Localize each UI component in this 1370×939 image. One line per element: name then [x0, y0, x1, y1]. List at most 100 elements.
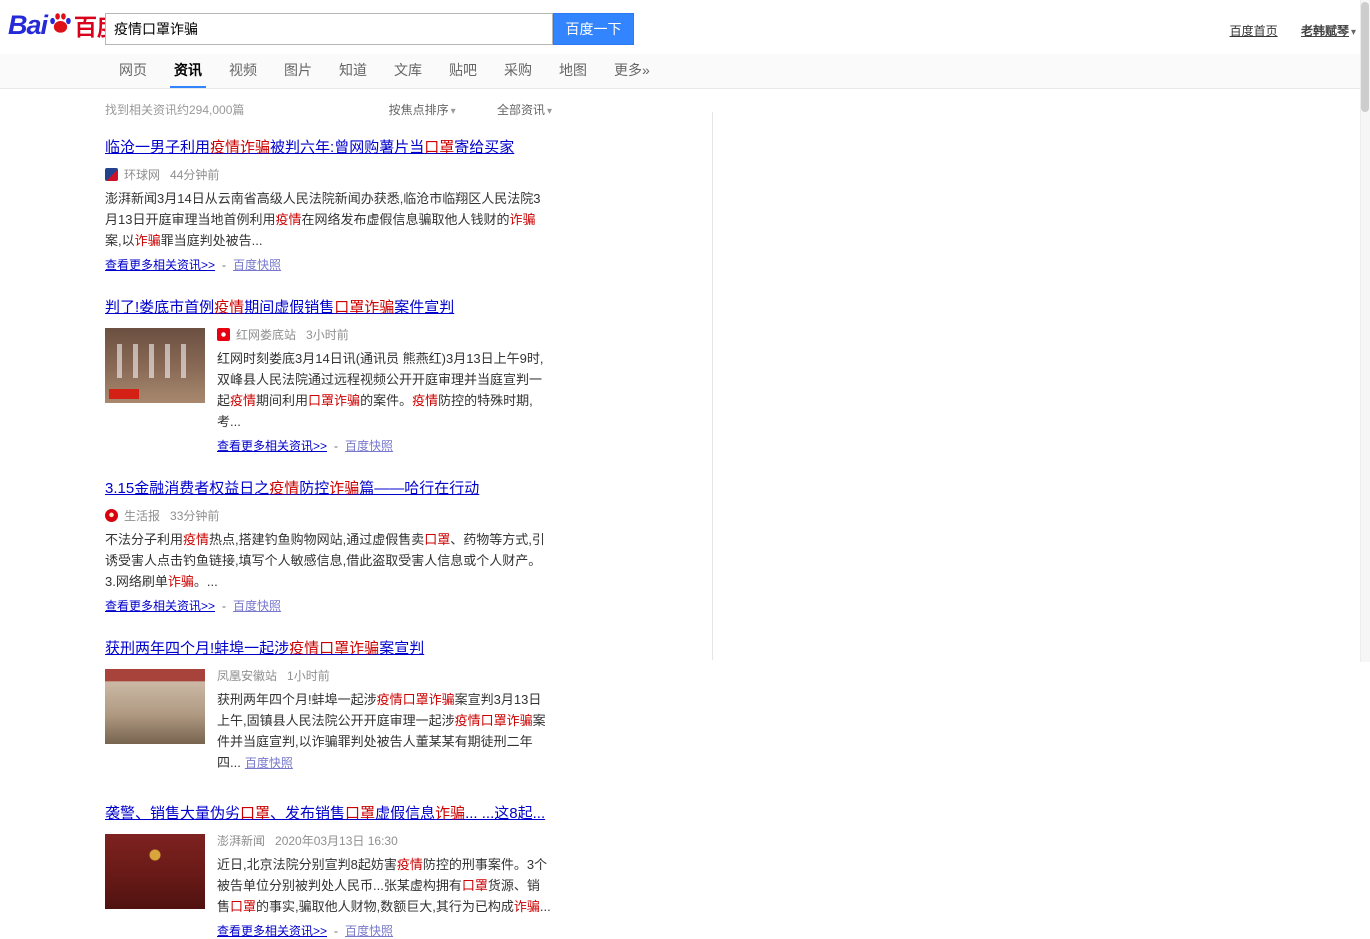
result-thumbnail[interactable] [105, 669, 205, 744]
chevron-down-icon: ▾ [1351, 27, 1356, 38]
result-title-link[interactable]: 判了!娄底市首例疫情期间虚假销售口罩诈骗案件宣判 [105, 299, 454, 316]
tab-news[interactable]: 资讯 [170, 54, 206, 88]
result-thumbnail[interactable] [105, 328, 205, 403]
highlight-keyword: 诈骗 [435, 805, 465, 822]
chevron-down-icon: ▾ [451, 106, 456, 117]
highlight-keyword: 诈骗 [329, 480, 359, 497]
search-result: 判了!娄底市首例疫情期间虚假销售口罩诈骗案件宣判 红网娄底站 3小时前 红网时刻… [105, 298, 552, 454]
baidu-home-link[interactable]: 百度首页 [1230, 24, 1278, 38]
source-name: 红网娄底站 [236, 326, 296, 343]
tab-video[interactable]: 视频 [225, 54, 261, 88]
result-title-link[interactable]: 袭警、销售大量伪劣口罩、发布销售口罩虚假信息诈骗... ...这8起... [105, 805, 545, 822]
source-name: 环球网 [124, 166, 160, 183]
source-name: 澎湃新闻 [217, 832, 265, 849]
source-favicon-icon [105, 509, 118, 522]
tab-more[interactable]: 更多» [610, 54, 654, 88]
link-separator: - [334, 924, 338, 938]
scrollbar[interactable] [1360, 0, 1370, 662]
highlight-keyword: 口罩 [230, 899, 256, 914]
tab-webpage[interactable]: 网页 [115, 54, 151, 88]
link-separator: - [222, 599, 226, 613]
more-related-link[interactable]: 查看更多相关资讯>> [105, 258, 215, 272]
highlight-keyword: 口罩 [240, 805, 270, 822]
result-count: 找到相关资讯约294,000篇 [105, 101, 244, 118]
publish-time: 2020年03月13日 16:30 [275, 832, 398, 849]
highlight-keyword: 疫情 [269, 480, 299, 497]
scrollbar-thumb[interactable] [1361, 2, 1369, 112]
result-snippet: 近日,北京法院分别宣判8起妨害疫情防控的刑事案件。3个被告单位分别被判处人民币.… [217, 854, 552, 917]
highlight-keyword: 诈骗 [135, 233, 161, 248]
publish-time: 44分钟前 [170, 166, 219, 183]
paw-icon [48, 11, 73, 36]
more-related-link[interactable]: 查看更多相关资讯>> [217, 924, 327, 938]
thumbnail-caption-badge [109, 389, 139, 399]
more-related-link[interactable]: 查看更多相关资讯>> [217, 439, 327, 453]
source-name: 生活报 [124, 507, 160, 524]
baidu-cache-link[interactable]: 百度快照 [233, 599, 281, 613]
publish-time: 3小时前 [306, 326, 349, 343]
top-right-links: 百度首页 老韩赋琴▾ [1210, 22, 1356, 39]
tab-wenku[interactable]: 文库 [390, 54, 426, 88]
publish-time: 33分钟前 [170, 507, 219, 524]
result-snippet: 获刑两年四个月!蚌埠一起涉疫情口罩诈骗案宣判3月13日上午,固镇县人民法院公开开… [217, 689, 552, 774]
logo-text-bai: Bai [8, 10, 47, 41]
tab-map[interactable]: 地图 [555, 54, 591, 88]
highlight-keyword: 疫情 [230, 393, 256, 408]
result-source-row: 澎湃新闻 2020年03月13日 16:30 [217, 832, 552, 849]
tab-zhidao[interactable]: 知道 [335, 54, 371, 88]
result-footer-links: 查看更多相关资讯>>-百度快照 [105, 597, 552, 614]
result-footer-links: 查看更多相关资讯>>-百度快照 [105, 256, 552, 273]
result-snippet: 澎湃新闻3月14日从云南省高级人民法院新闻办获悉,临沧市临翔区人民法院3月13日… [105, 188, 552, 251]
result-title-link[interactable]: 临沧一男子利用疫情诈骗被判六年:曾网购薯片当口罩寄给买家 [105, 139, 514, 156]
tab-image[interactable]: 图片 [280, 54, 316, 88]
search-result: 临沧一男子利用疫情诈骗被判六年:曾网购薯片当口罩寄给买家 环球网 44分钟前 澎… [105, 138, 552, 273]
result-snippet: 红网时刻娄底3月14日讯(通讯员 熊燕红)3月13日上午9时,双峰县人民法院通过… [217, 348, 552, 432]
result-title-link[interactable]: 3.15金融消费者权益日之疫情防控诈骗篇——哈行在行动 [105, 480, 479, 497]
highlight-keyword: 口罩 [345, 805, 375, 822]
search-result: 3.15金融消费者权益日之疫情防控诈骗篇——哈行在行动 生活报 33分钟前 不法… [105, 479, 552, 614]
baidu-cache-link[interactable]: 百度快照 [233, 258, 281, 272]
highlight-keyword: 疫情口罩诈骗 [377, 692, 455, 707]
source-favicon-icon [217, 328, 230, 341]
highlight-keyword: 疫情 [214, 299, 244, 316]
baidu-cache-link[interactable]: 百度快照 [245, 756, 293, 770]
source-favicon-icon [105, 168, 118, 181]
search-button[interactable]: 百度一下 [553, 13, 634, 45]
tab-tieba[interactable]: 贴吧 [445, 54, 481, 88]
baidu-cache-link[interactable]: 百度快照 [345, 439, 393, 453]
all-news-dropdown[interactable]: 全部资讯▾ [497, 103, 552, 117]
results-list: 临沧一男子利用疫情诈骗被判六年:曾网购薯片当口罩寄给买家 环球网 44分钟前 澎… [105, 138, 552, 939]
result-snippet: 不法分子利用疫情热点,搭建钓鱼购物网站,通过虚假售卖口罩、药物等方式,引诱受害人… [105, 529, 552, 592]
highlight-keyword: 口罩诈骗 [308, 393, 360, 408]
highlight-keyword: 诈骗 [514, 899, 540, 914]
highlight-keyword: 疫情诈骗 [210, 139, 270, 156]
result-source-row: 凤凰安徽站 1小时前 [217, 667, 552, 684]
content-right-divider [712, 112, 713, 660]
result-thumbnail[interactable] [105, 834, 205, 909]
search-result: 获刑两年四个月!蚌埠一起涉疫情口罩诈骗案宣判 凤凰安徽站 1小时前 获刑两年四个… [105, 639, 552, 779]
search-input[interactable] [105, 13, 553, 45]
result-source-row: 生活报 33分钟前 [105, 507, 552, 524]
link-separator: - [334, 439, 338, 453]
highlight-keyword: 诈骗 [510, 212, 536, 227]
tab-caigou[interactable]: 采购 [500, 54, 536, 88]
highlight-keyword: 诈骗 [168, 574, 194, 589]
result-footer-links: 查看更多相关资讯>>-百度快照 [217, 437, 552, 454]
result-title-link[interactable]: 获刑两年四个月!蚌埠一起涉疫情口罩诈骗案宣判 [105, 640, 424, 657]
sort-by-focus-dropdown[interactable]: 按焦点排序▾ [389, 103, 456, 117]
highlight-keyword: 口罩 [462, 878, 488, 893]
filter-label: 全部资讯 [497, 103, 545, 117]
more-related-link[interactable]: 查看更多相关资讯>> [105, 599, 215, 613]
result-footer-links: 查看更多相关资讯>>-百度快照 [217, 922, 552, 939]
chevron-down-icon: ▾ [547, 106, 552, 117]
result-source-row: 环球网 44分钟前 [105, 166, 552, 183]
highlight-keyword: 口罩诈骗 [334, 299, 394, 316]
highlight-keyword: 疫情 [412, 393, 438, 408]
highlight-keyword: 疫情口罩诈骗 [455, 713, 533, 728]
baidu-logo[interactable]: Bai 百度 [8, 8, 120, 42]
user-menu[interactable]: 老韩赋琴▾ [1301, 24, 1356, 38]
baidu-cache-link[interactable]: 百度快照 [345, 924, 393, 938]
highlight-keyword: 疫情 [183, 532, 209, 547]
highlight-keyword: 口罩 [424, 532, 450, 547]
link-separator: - [222, 258, 226, 272]
